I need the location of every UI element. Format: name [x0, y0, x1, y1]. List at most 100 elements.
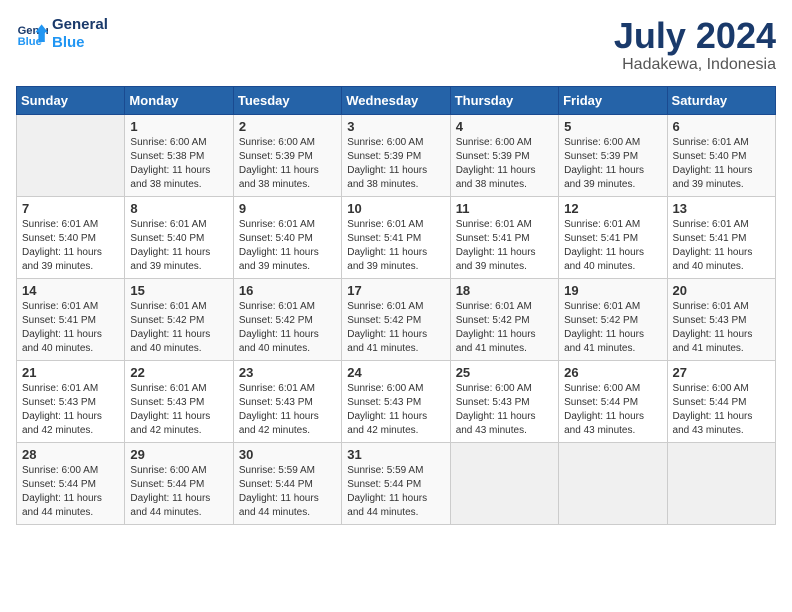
- calendar-cell: 4Sunrise: 6:00 AMSunset: 5:39 PMDaylight…: [450, 114, 558, 196]
- day-info: Sunrise: 6:01 AMSunset: 5:41 PMDaylight:…: [456, 218, 553, 274]
- weekday-header-wednesday: Wednesday: [342, 86, 450, 114]
- calendar-week-4: 28 Sunrise: 6:00 AMSunset: 5:44 PMDayligh…: [17, 442, 776, 524]
- calendar-cell: 25 Sunrise: 6:00 AMSunset: 5:43 PMDayligh…: [450, 360, 558, 442]
- calendar-week-2: 14Sunrise: 6:01 AMSunset: 5:41 PMDayligh…: [17, 278, 776, 360]
- calendar-cell: 16Sunrise: 6:01 AMSunset: 5:42 PMDayligh…: [233, 278, 341, 360]
- title-block: July 2024 Hadakewa, Indonesia: [614, 16, 776, 74]
- day-info: Sunrise: 6:01 AMSunset: 5:42 PMDaylight:…: [130, 300, 227, 356]
- calendar-cell: 22 Sunrise: 6:01 AMSunset: 5:43 PMDayligh…: [125, 360, 233, 442]
- day-info: Sunrise: 6:00 AMSunset: 5:44 PMDaylight:…: [673, 382, 770, 438]
- day-number: 30: [239, 447, 336, 462]
- calendar-cell: [667, 442, 775, 524]
- day-info: Sunrise: 6:01 AMSunset: 5:42 PMDaylight:…: [239, 300, 336, 356]
- day-info: Sunrise: 6:01 AMSunset: 5:41 PMDaylight:…: [673, 218, 770, 274]
- calendar-cell: 3 Sunrise: 6:00 AMSunset: 5:39 PMDaylight…: [342, 114, 450, 196]
- calendar-cell: 28 Sunrise: 6:00 AMSunset: 5:44 PMDayligh…: [17, 442, 125, 524]
- day-info: Sunrise: 6:00 AMSunset: 5:38 PMDaylight:…: [130, 136, 227, 192]
- day-info: Sunrise: 6:00 AMSunset: 5:44 PMDaylight:…: [22, 464, 119, 520]
- weekday-header-monday: Monday: [125, 86, 233, 114]
- day-number: 5: [564, 119, 661, 134]
- calendar-week-1: 7Sunrise: 6:01 AMSunset: 5:40 PMDaylight…: [17, 196, 776, 278]
- page-header: General Blue General Blue July 2024 Hada…: [16, 16, 776, 74]
- calendar-cell: 17 Sunrise: 6:01 AMSunset: 5:42 PMDayligh…: [342, 278, 450, 360]
- day-number: 26: [564, 365, 661, 380]
- day-info: Sunrise: 6:01 AMSunset: 5:42 PMDaylight:…: [564, 300, 661, 356]
- day-number: 23: [239, 365, 336, 380]
- calendar-week-3: 21 Sunrise: 6:01 AMSunset: 5:43 PMDayligh…: [17, 360, 776, 442]
- day-info: Sunrise: 6:00 AMSunset: 5:43 PMDaylight:…: [456, 382, 553, 438]
- day-info: Sunrise: 6:01 AMSunset: 5:43 PMDaylight:…: [130, 382, 227, 438]
- calendar-cell: 6Sunrise: 6:01 AMSunset: 5:40 PMDaylight…: [667, 114, 775, 196]
- day-number: 12: [564, 201, 661, 216]
- logo-blue: Blue: [52, 34, 108, 52]
- calendar-cell: 14Sunrise: 6:01 AMSunset: 5:41 PMDayligh…: [17, 278, 125, 360]
- day-number: 24: [347, 365, 444, 380]
- day-number: 29: [130, 447, 227, 462]
- calendar-cell: 24 Sunrise: 6:00 AMSunset: 5:43 PMDayligh…: [342, 360, 450, 442]
- day-number: 1: [130, 119, 227, 134]
- day-info: Sunrise: 6:01 AMSunset: 5:43 PMDaylight:…: [673, 300, 770, 356]
- day-number: 25: [456, 365, 553, 380]
- calendar-cell: 10 Sunrise: 6:01 AMSunset: 5:41 PMDayligh…: [342, 196, 450, 278]
- day-info: Sunrise: 6:01 AMSunset: 5:42 PMDaylight:…: [347, 300, 444, 356]
- day-info: Sunrise: 6:01 AMSunset: 5:41 PMDaylight:…: [347, 218, 444, 274]
- weekday-header-tuesday: Tuesday: [233, 86, 341, 114]
- location: Hadakewa, Indonesia: [614, 56, 776, 74]
- day-number: 14: [22, 283, 119, 298]
- calendar-body: 1 Sunrise: 6:00 AMSunset: 5:38 PMDaylight…: [17, 114, 776, 524]
- day-info: Sunrise: 6:00 AMSunset: 5:44 PMDaylight:…: [130, 464, 227, 520]
- day-info: Sunrise: 6:01 AMSunset: 5:40 PMDaylight:…: [130, 218, 227, 274]
- day-number: 13: [673, 201, 770, 216]
- calendar-cell: 12 Sunrise: 6:01 AMSunset: 5:41 PMDayligh…: [559, 196, 667, 278]
- weekday-row: SundayMondayTuesdayWednesdayThursdayFrid…: [17, 86, 776, 114]
- day-number: 9: [239, 201, 336, 216]
- day-info: Sunrise: 6:00 AMSunset: 5:39 PMDaylight:…: [347, 136, 444, 192]
- calendar-cell: 13 Sunrise: 6:01 AMSunset: 5:41 PMDayligh…: [667, 196, 775, 278]
- day-number: 17: [347, 283, 444, 298]
- calendar-cell: 9 Sunrise: 6:01 AMSunset: 5:40 PMDaylight…: [233, 196, 341, 278]
- calendar-cell: 26 Sunrise: 6:00 AMSunset: 5:44 PMDayligh…: [559, 360, 667, 442]
- calendar-cell: 20 Sunrise: 6:01 AMSunset: 5:43 PMDayligh…: [667, 278, 775, 360]
- calendar-cell: [17, 114, 125, 196]
- day-info: Sunrise: 6:00 AMSunset: 5:39 PMDaylight:…: [456, 136, 553, 192]
- day-info: Sunrise: 5:59 AMSunset: 5:44 PMDaylight:…: [239, 464, 336, 520]
- day-number: 18: [456, 283, 553, 298]
- calendar-header: SundayMondayTuesdayWednesdayThursdayFrid…: [17, 86, 776, 114]
- calendar-cell: 11Sunrise: 6:01 AMSunset: 5:41 PMDayligh…: [450, 196, 558, 278]
- day-info: Sunrise: 6:01 AMSunset: 5:43 PMDaylight:…: [22, 382, 119, 438]
- calendar-week-0: 1 Sunrise: 6:00 AMSunset: 5:38 PMDaylight…: [17, 114, 776, 196]
- calendar-cell: 30 Sunrise: 5:59 AMSunset: 5:44 PMDayligh…: [233, 442, 341, 524]
- day-number: 10: [347, 201, 444, 216]
- day-number: 3: [347, 119, 444, 134]
- day-number: 31: [347, 447, 444, 462]
- day-info: Sunrise: 6:00 AMSunset: 5:43 PMDaylight:…: [347, 382, 444, 438]
- day-number: 15: [130, 283, 227, 298]
- calendar-cell: 31 Sunrise: 5:59 AMSunset: 5:44 PMDayligh…: [342, 442, 450, 524]
- day-info: Sunrise: 6:00 AMSunset: 5:39 PMDaylight:…: [239, 136, 336, 192]
- logo-icon: General Blue: [16, 18, 48, 50]
- day-info: Sunrise: 6:01 AMSunset: 5:41 PMDaylight:…: [564, 218, 661, 274]
- calendar-cell: [559, 442, 667, 524]
- logo-general: General: [52, 16, 108, 34]
- weekday-header-saturday: Saturday: [667, 86, 775, 114]
- day-info: Sunrise: 6:00 AMSunset: 5:44 PMDaylight:…: [564, 382, 661, 438]
- day-number: 6: [673, 119, 770, 134]
- day-number: 21: [22, 365, 119, 380]
- calendar-cell: 18 Sunrise: 6:01 AMSunset: 5:42 PMDayligh…: [450, 278, 558, 360]
- calendar-table: SundayMondayTuesdayWednesdayThursdayFrid…: [16, 86, 776, 525]
- calendar-cell: 8Sunrise: 6:01 AMSunset: 5:40 PMDaylight…: [125, 196, 233, 278]
- month-title: July 2024: [614, 16, 776, 56]
- day-number: 20: [673, 283, 770, 298]
- calendar-cell: 21 Sunrise: 6:01 AMSunset: 5:43 PMDayligh…: [17, 360, 125, 442]
- calendar-cell: 23Sunrise: 6:01 AMSunset: 5:43 PMDayligh…: [233, 360, 341, 442]
- weekday-header-thursday: Thursday: [450, 86, 558, 114]
- calendar-cell: 27 Sunrise: 6:00 AMSunset: 5:44 PMDayligh…: [667, 360, 775, 442]
- day-number: 22: [130, 365, 227, 380]
- day-number: 28: [22, 447, 119, 462]
- day-info: Sunrise: 5:59 AMSunset: 5:44 PMDaylight:…: [347, 464, 444, 520]
- day-info: Sunrise: 6:01 AMSunset: 5:42 PMDaylight:…: [456, 300, 553, 356]
- day-number: 27: [673, 365, 770, 380]
- day-info: Sunrise: 6:01 AMSunset: 5:40 PMDaylight:…: [239, 218, 336, 274]
- weekday-header-friday: Friday: [559, 86, 667, 114]
- calendar-cell: [450, 442, 558, 524]
